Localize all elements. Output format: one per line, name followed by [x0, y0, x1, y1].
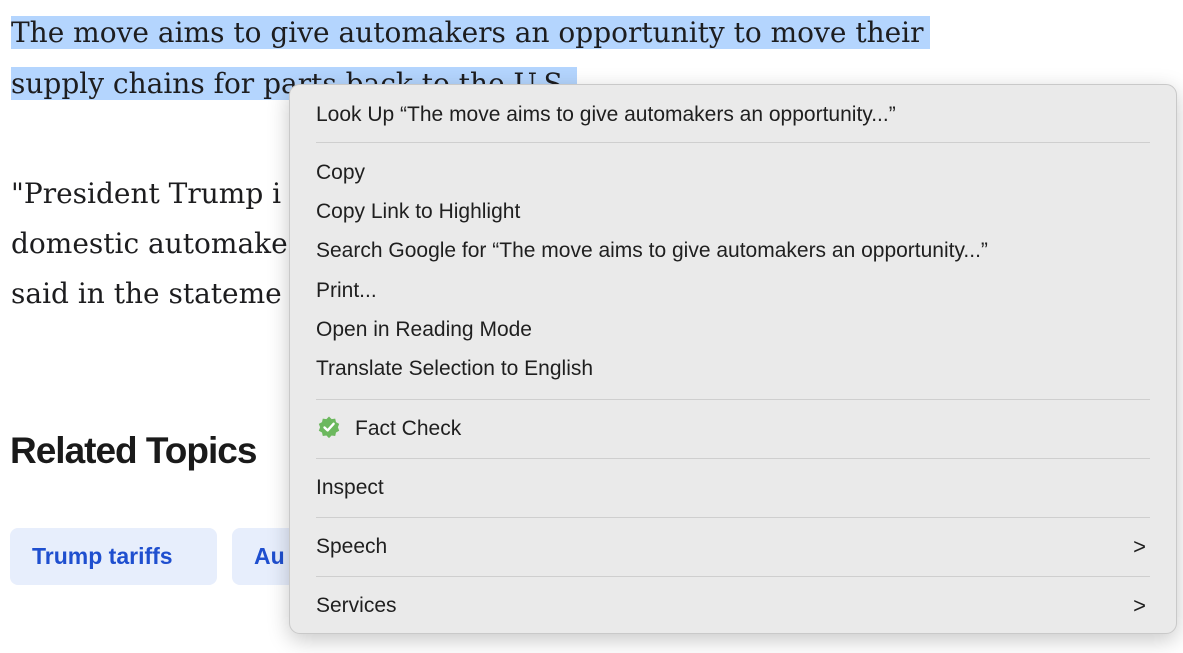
article-text-line-5: said in the stateme	[11, 277, 282, 310]
menu-item-inspect[interactable]: Inspect	[316, 470, 1150, 506]
menu-item-speech[interactable]: Speech >	[316, 529, 1150, 565]
menu-separator	[316, 576, 1150, 577]
menu-item-translate-selection[interactable]: Translate Selection to English	[316, 351, 1150, 387]
chevron-right-icon: >	[1133, 593, 1146, 618]
article-text-line-4: domestic automake	[11, 227, 288, 260]
services-label: Services	[316, 594, 397, 617]
topic-chip-trump-tariffs[interactable]: Trump tariffs	[10, 528, 217, 585]
article-text-line-1: The move aims to give automakers an oppo…	[11, 13, 930, 53]
menu-separator	[316, 399, 1150, 400]
menu-item-print[interactable]: Print...	[316, 273, 1150, 309]
menu-item-fact-check[interactable]: Fact Check	[316, 411, 1150, 447]
article-text-line-3: "President Trump i	[11, 177, 282, 210]
menu-separator	[316, 458, 1150, 459]
related-topics-heading: Related Topics	[10, 430, 257, 471]
chevron-right-icon: >	[1133, 534, 1146, 559]
menu-separator	[316, 142, 1150, 143]
menu-separator	[316, 517, 1150, 518]
menu-item-services[interactable]: Services >	[316, 588, 1150, 624]
fact-check-badge-icon	[318, 416, 340, 439]
menu-item-search-google[interactable]: Search Google for “The move aims to give…	[316, 233, 1150, 269]
fact-check-label: Fact Check	[355, 417, 462, 440]
menu-item-look-up[interactable]: Look Up “The move aims to give automaker…	[316, 97, 1150, 133]
context-menu: Look Up “The move aims to give automaker…	[289, 84, 1177, 634]
menu-item-open-reading-mode[interactable]: Open in Reading Mode	[316, 312, 1150, 348]
selected-text: The move aims to give automakers an oppo…	[11, 16, 930, 49]
speech-label: Speech	[316, 535, 388, 558]
menu-item-copy[interactable]: Copy	[316, 155, 1150, 191]
menu-item-copy-link-to-highlight[interactable]: Copy Link to Highlight	[316, 194, 1150, 230]
